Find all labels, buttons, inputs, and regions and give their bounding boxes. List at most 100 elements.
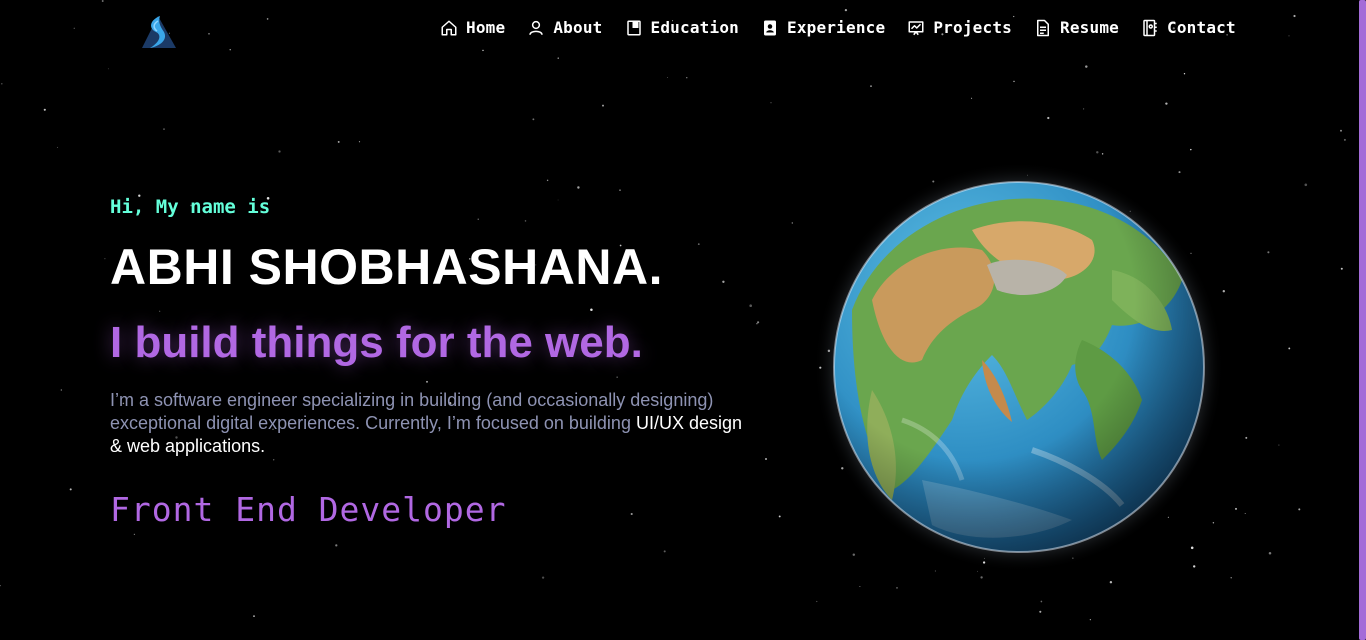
star-dot [1047,116,1050,120]
star-dot [1288,35,1290,37]
star-dot [266,18,269,20]
star-dot [1013,80,1015,83]
star-dot [1101,153,1104,155]
star-dot [1343,138,1346,141]
star-dot [663,550,666,553]
star-dot [1288,347,1291,350]
nav-label-education: Education [650,18,740,37]
star-dot [337,140,340,143]
star-dot [1340,129,1342,132]
nav-label-resume: Resume [1060,18,1120,37]
star-dot [1244,512,1246,515]
star-dot [1230,576,1232,579]
star-dot [896,587,898,589]
book-icon [626,20,641,35]
nav-item-home[interactable]: Home [440,18,505,37]
star-dot [1165,102,1168,105]
hero-section: Hi, My name is ABHI SHOBHASHANA. I build… [110,196,790,529]
star-dot [253,615,255,618]
star-dot [1340,267,1343,270]
nav-label-experience: Experience [787,18,886,37]
user-icon [529,20,544,35]
star-dot [1183,73,1186,75]
star-dot [1298,508,1301,511]
star-dot [1096,151,1099,154]
scrollbar-track[interactable] [1359,0,1366,640]
hero-bio: I’m a software engineer specializing in … [110,389,750,458]
nav-item-projects[interactable]: Projects [907,18,1012,37]
star-dot [667,77,668,78]
star-dot [1304,183,1308,187]
star-dot [1,83,3,85]
badge-icon [764,20,777,35]
star-dot [163,128,165,130]
star-dot [686,77,688,79]
nav-label-contact: Contact [1167,18,1236,37]
star-dot [602,104,604,107]
star-dot [980,576,983,579]
star-dot [1293,14,1296,18]
nav-item-experience[interactable]: Experience [761,18,885,37]
star-dot [208,32,210,35]
star-dot [557,57,559,59]
star-dot [1083,108,1085,110]
document-icon [1037,19,1050,36]
star-dot [1268,551,1272,555]
nav-label-projects: Projects [933,18,1013,37]
star-dot [1190,148,1192,151]
hero-bio-text: I’m a software engineer specializing in … [110,390,714,434]
star-dot [69,488,72,491]
star-dot [278,150,281,153]
nav-item-contact[interactable]: Contact [1141,18,1236,37]
star-dot [1089,619,1091,621]
star-dot [577,186,580,189]
star-dot [770,102,772,104]
star-dot [532,118,535,121]
earth-globe-image [814,162,1224,572]
greeting-text: Hi, My name is [110,196,271,218]
hero-tagline: I build things for the web. [110,318,643,367]
star-dot [1235,507,1237,510]
star-dot [844,8,848,12]
star-dot [335,544,338,547]
logo-icon[interactable] [136,12,180,50]
star-dot [1013,15,1015,18]
star-dot [546,179,549,182]
star-dot [101,0,104,2]
presentation-icon [908,20,924,35]
nav-label-home: Home [466,18,506,37]
nav-item-education[interactable]: Education [625,18,740,37]
star-dot [229,49,231,51]
star-dot [1109,580,1113,584]
nav-item-about[interactable]: About [527,18,602,37]
star-dot [1085,65,1088,68]
hero-name: ABHI SHOBHASHANA. [110,239,663,295]
star-dot [104,258,106,260]
star-dot [1278,444,1280,446]
main-navigation: Home About Education Experience Projects… [440,18,1236,37]
star-dot [816,600,818,603]
home-icon [441,20,457,35]
hero-role-typewriter: Front End Developer [110,490,507,530]
star-dot [859,586,861,587]
star-dot [1267,251,1270,254]
star-dot [971,97,973,99]
contact-book-icon [1143,19,1157,36]
star-dot [1039,610,1042,613]
star-dot [1040,600,1043,603]
star-dot [1245,436,1248,439]
star-dot [358,141,361,143]
star-dot [791,222,793,224]
star-dot [870,85,872,87]
star-dot [541,576,545,579]
star-dot [482,49,484,52]
star-dot [43,108,46,111]
star-dot [133,533,136,536]
star-dot [73,27,75,29]
nav-item-resume[interactable]: Resume [1034,18,1119,37]
star-dot [0,584,1,587]
star-dot [56,146,59,148]
nav-label-about: About [553,18,603,37]
star-dot [619,189,621,191]
scrollbar-thumb[interactable] [1359,0,1366,640]
